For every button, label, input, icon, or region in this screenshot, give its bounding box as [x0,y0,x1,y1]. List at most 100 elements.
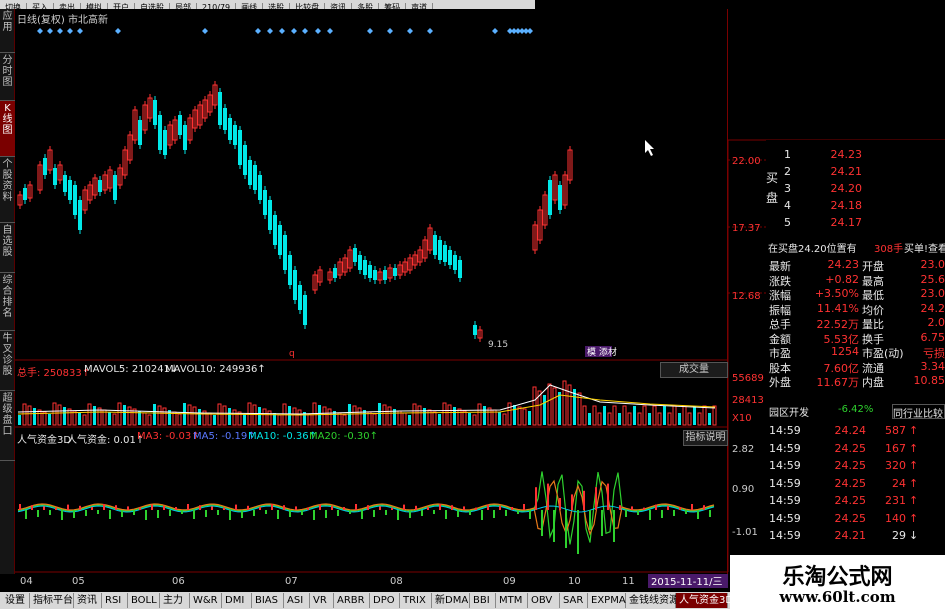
volume-bar-130 [667,412,672,426]
tick-volume-0: 587 [885,424,906,437]
indicator-tab-16[interactable]: MTM [496,593,528,608]
volume-bar-98 [507,402,512,426]
indicator-tab-7[interactable]: DMI [222,593,252,608]
candle-body-44 [243,145,247,175]
volume-bar-0 [18,415,21,425]
volume-bar-73 [382,404,387,426]
volume-bar-80 [417,405,422,426]
indicator-tab-21[interactable]: 人气资金3D [676,593,733,608]
month-label-3: 07 [285,576,298,587]
indicator-tab-8[interactable]: BIAS [252,593,284,608]
quote-val1-4: 22.52万 [816,318,860,331]
indicator-tick-0: 2.82 [732,444,754,455]
tick-time-1: 14:59 [769,441,801,455]
signal-diamond-7 [255,28,261,34]
indicator-tab-12[interactable]: DPO [370,593,400,608]
volume-bar-89 [462,410,467,426]
candle-body-65 [358,255,362,270]
volume-bar-61 [322,406,327,426]
indicator-tab-19[interactable]: EXPMA [588,593,626,608]
candle-body-72 [393,268,397,276]
quote-val2-3: 24.2 [920,301,945,315]
indicator-tab-0[interactable]: 设置 [2,593,30,608]
volume-bar-115 [592,405,597,426]
candle-body-32 [183,125,187,150]
volume-tick-0: 55689 [732,373,764,384]
volume-bar-1 [22,403,27,426]
volume-tick-2: X10 [732,413,752,424]
label-tag: 模 添材 [587,346,617,358]
quote-key1-6: 市盈 [769,347,791,360]
volume-bar-131 [672,405,677,426]
volume-bar-12 [78,413,81,425]
candle-body-67 [368,265,372,278]
volume-selector-button[interactable]: 成交量 [660,362,728,378]
notice-link[interactable]: 买单!查看详情 [904,240,945,255]
volume-bar-101 [522,408,527,426]
tick-volume-6: 29 [892,529,906,542]
tick-time-4: 14:59 [769,494,801,507]
volume-bar-85 [442,402,447,426]
indicator-ma20: MA20: -0.30↑ [309,431,378,442]
sector-change: -6.42% [838,404,874,415]
tick-direction-icon-6: ↓ [909,529,919,542]
indicator-tab-11[interactable]: ARBR [334,593,370,608]
indicator-tab-17[interactable]: OBV [528,593,560,608]
indicator-tab-2[interactable]: 资讯 [74,593,102,608]
signal-diamond-15 [387,28,393,34]
tick-direction-icon-0: ↑ [909,424,919,437]
indicator-tab-15[interactable]: BBI [470,593,496,608]
volume-bar-35 [192,406,197,426]
volume-bar-22 [127,406,132,426]
candle-body-9 [68,180,72,200]
volume-bar-138 [708,413,711,425]
watermark-url: www.60lt.com [779,588,896,606]
indicator-tab-18[interactable]: SAR [560,593,588,608]
volume-bar-68 [357,407,362,426]
volume-bar-64 [337,412,342,426]
orderbook-price-1: 24.21 [830,165,863,178]
indicator-tab-4[interactable]: BOLL [128,593,160,608]
candle-body-66 [363,260,367,275]
site-watermark: 乐淘公式网 www.60lt.com [730,555,945,609]
indicator-tab-20[interactable]: 金钱线资源 [626,593,679,608]
candle-body-18 [113,175,117,200]
volume-bar-102 [528,411,531,425]
volume-bar-13 [82,414,87,426]
candle-body-81 [438,240,442,260]
indicator-tab-1[interactable]: 指标平台 [30,593,74,608]
indicator-tab-13[interactable]: TRIX [400,593,432,608]
indicator-tab-5[interactable]: 主力 [160,593,190,608]
volume-bar-48 [258,407,261,425]
volume-bar-3 [33,408,36,425]
volume-bar-50 [267,410,272,426]
quote-key2-5: 换手 [862,332,884,346]
signal-diamond-10 [291,28,297,34]
orderbook-price-0: 24.23 [830,148,863,161]
signal-diamond-11 [302,28,308,34]
volume-bar-88 [457,408,462,426]
tick-volume-2: 320 [885,459,906,472]
volume-bar-7 [52,402,57,426]
indicator-tab-9[interactable]: ASI [284,593,310,608]
volume-bar-27 [153,404,156,425]
quote-key2-0: 开盘 [862,260,884,273]
indicator-tab-14[interactable]: 新DMA [432,593,470,608]
tick-price-2: 24.25 [834,459,867,472]
tick-direction-icon-1: ↑ [909,441,919,455]
sector-compare-button[interactable]: 同行业比较 [892,404,945,420]
volume-bar-134 [687,412,692,426]
indicator-help-button[interactable]: 指标说明 [683,430,728,446]
volume-bar-34 [187,404,192,426]
indicator-tab-10[interactable]: VR [310,593,334,608]
volume-bar-118 [607,412,612,426]
tick-volume-4: 231 [885,494,906,507]
quote-val1-0: 24.23 [827,258,860,271]
quote-val2-7: 3.34 [920,359,945,373]
indicator-tab-6[interactable]: W&R [190,593,222,608]
tick-price-6: 24.21 [834,529,867,542]
indicator-ma3-line [17,479,715,536]
indicator-tab-3[interactable]: RSI [102,593,128,608]
volume-bar-122 [627,412,632,426]
volume-bar-41 [222,405,227,426]
